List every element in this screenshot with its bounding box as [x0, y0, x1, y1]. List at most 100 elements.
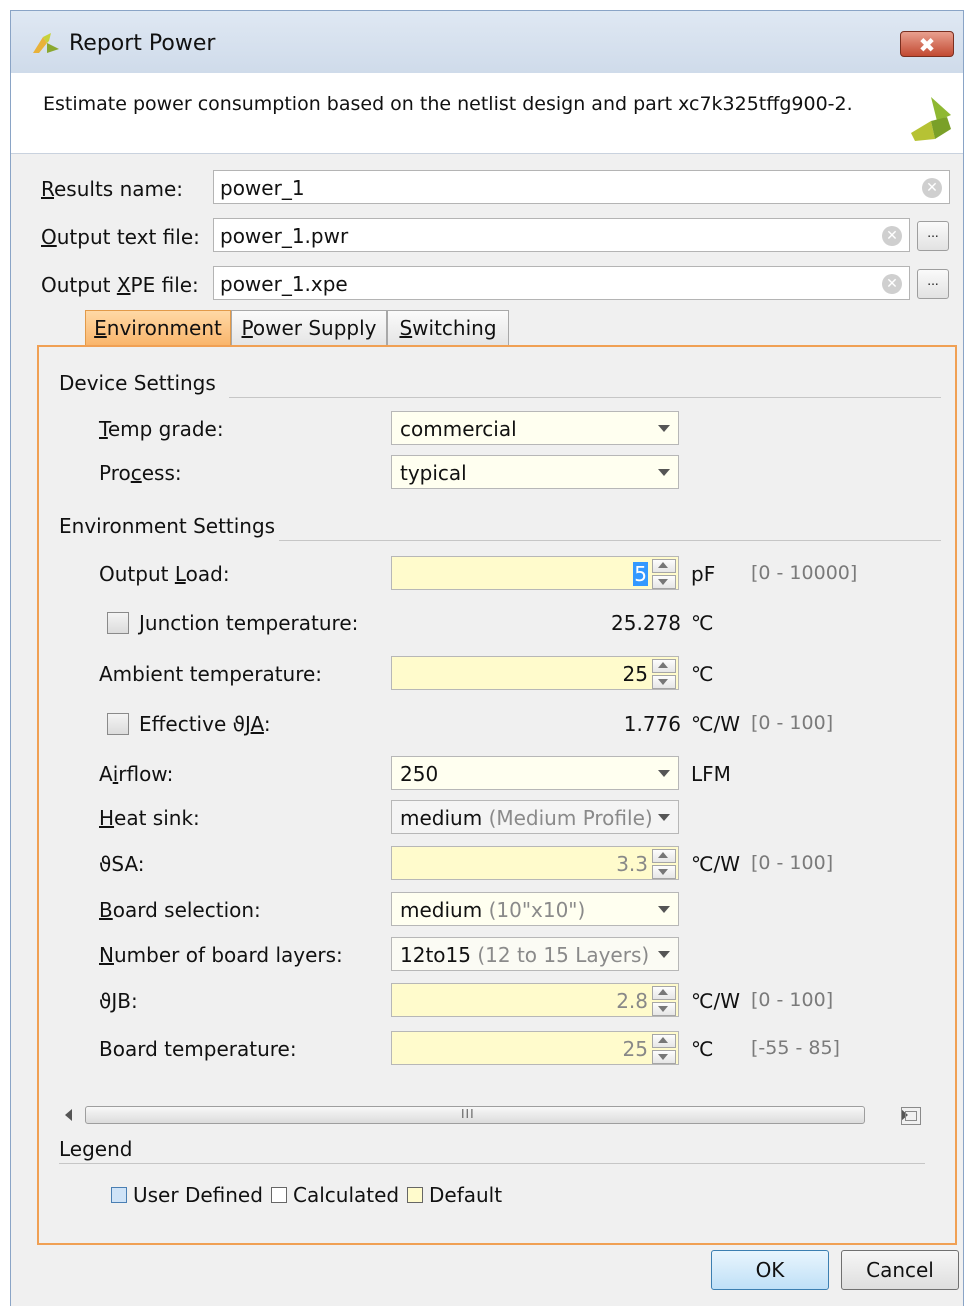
- scroll-thumb[interactable]: III: [85, 1106, 865, 1124]
- chevron-down-icon: [658, 770, 670, 777]
- airflow-select[interactable]: 250: [391, 756, 679, 790]
- spinner-down-icon[interactable]: [652, 1050, 676, 1064]
- legend-swatch-default: [407, 1187, 423, 1203]
- environment-settings-title: Environment Settings: [59, 514, 276, 538]
- legend-label-default: Default: [429, 1183, 503, 1207]
- board-layers-label: Number of board layers:: [99, 943, 343, 967]
- clear-icon[interactable]: ✕: [882, 274, 902, 294]
- title-bar[interactable]: Report Power ✖: [11, 11, 963, 73]
- theta-sa-label: ϑSA:: [99, 852, 145, 876]
- spinner-up-icon[interactable]: [652, 559, 676, 573]
- browse-text-file-button[interactable]: ...: [917, 221, 949, 251]
- heat-sink-select[interactable]: medium (Medium Profile): [391, 800, 679, 834]
- chevron-down-icon: [658, 814, 670, 821]
- junction-temperature-value: 25.278: [611, 611, 681, 635]
- cancel-button[interactable]: Cancel: [841, 1250, 959, 1290]
- results-name-input[interactable]: power_1 ✕: [213, 170, 950, 204]
- board-temperature-range: [-55 - 85]: [751, 1037, 840, 1059]
- board-selection-label: Board selection:: [99, 898, 261, 922]
- legend-label-calculated: Calculated: [293, 1183, 400, 1207]
- output-load-label: Output Load:: [99, 562, 230, 586]
- heat-sink-label: Heat sink:: [99, 806, 200, 830]
- effective-theta-ja-unit: ℃/W: [691, 712, 740, 736]
- scroll-grip: III: [461, 1107, 475, 1121]
- board-selection-select[interactable]: medium (10"x10"): [391, 892, 679, 926]
- vivado-logo-icon: [911, 97, 951, 141]
- divider: [59, 1163, 925, 1164]
- browse-xpe-file-button[interactable]: ...: [917, 269, 949, 299]
- vivado-logo-icon: [33, 33, 59, 53]
- dialog-header: Estimate power consumption based on the …: [11, 73, 963, 154]
- board-layers-select[interactable]: 12to15 (12 to 15 Layers): [391, 937, 679, 971]
- ambient-temperature-label: Ambient temperature:: [99, 662, 323, 686]
- environment-panel: Device Settings Temp grade: commercial P…: [37, 345, 957, 1245]
- temp-grade-label: Temp grade:: [99, 417, 224, 441]
- theta-sa-unit: ℃/W: [691, 852, 740, 876]
- ambient-temperature-unit: ℃: [691, 662, 714, 686]
- junction-temperature-unit: ℃: [691, 611, 714, 635]
- legend-swatch-user-defined: [111, 1187, 127, 1203]
- dialog-body: Results name: power_1 ✕ Output text file…: [11, 154, 963, 1306]
- process-label: Process:: [99, 461, 182, 485]
- device-settings-title: Device Settings: [59, 371, 216, 395]
- clear-icon[interactable]: ✕: [882, 226, 902, 246]
- results-name-label: Results name:: [41, 177, 184, 201]
- board-temperature-unit: ℃: [691, 1037, 714, 1061]
- ambient-temperature-spinner[interactable]: 25: [391, 656, 679, 690]
- airflow-unit: LFM: [691, 762, 731, 786]
- spinner-up-icon[interactable]: [652, 986, 676, 1000]
- restore-icon[interactable]: [901, 1107, 921, 1125]
- junction-temperature-label: Junction temperature:: [139, 611, 359, 635]
- theta-jb-unit: ℃/W: [691, 989, 740, 1013]
- header-description: Estimate power consumption based on the …: [43, 93, 853, 115]
- legend-swatch-calculated: [271, 1187, 287, 1203]
- output-xpe-file-input[interactable]: power_1.xpe ✕: [213, 266, 910, 300]
- theta-jb-spinner[interactable]: 2.8: [391, 983, 679, 1017]
- theta-jb-label: ϑJB:: [99, 989, 138, 1013]
- spinner-down-icon[interactable]: [652, 865, 676, 879]
- board-temperature-label: Board temperature:: [99, 1037, 297, 1061]
- process-select[interactable]: typical: [391, 455, 679, 489]
- spinner-up-icon[interactable]: [652, 659, 676, 673]
- close-button[interactable]: ✖: [900, 31, 954, 57]
- board-temperature-spinner[interactable]: 25: [391, 1031, 679, 1065]
- chevron-down-icon: [658, 906, 670, 913]
- temp-grade-select[interactable]: commercial: [391, 411, 679, 445]
- window-title: Report Power: [69, 31, 216, 56]
- divider: [229, 397, 941, 398]
- chevron-down-icon: [658, 469, 670, 476]
- scroll-left-icon[interactable]: [65, 1109, 72, 1121]
- airflow-label: Airflow:: [99, 762, 174, 786]
- output-text-file-input[interactable]: power_1.pwr ✕: [213, 218, 910, 252]
- theta-sa-range: [0 - 100]: [751, 852, 834, 874]
- ok-button[interactable]: OK: [711, 1250, 829, 1290]
- theta-jb-range: [0 - 100]: [751, 989, 834, 1011]
- output-load-spinner[interactable]: 5: [391, 556, 679, 590]
- legend-title: Legend: [59, 1137, 133, 1161]
- spinner-down-icon[interactable]: [652, 575, 676, 589]
- effective-theta-ja-checkbox[interactable]: [107, 713, 129, 735]
- tab-switching[interactable]: Switching: [387, 310, 509, 346]
- clear-icon[interactable]: ✕: [922, 178, 942, 198]
- spinner-up-icon[interactable]: [652, 1034, 676, 1048]
- effective-theta-ja-label: Effective ϑJA:: [139, 712, 271, 736]
- report-power-dialog: Report Power ✖ Estimate power consumptio…: [10, 10, 964, 1306]
- legend-label-user-defined: User Defined: [133, 1183, 263, 1207]
- effective-theta-ja-range: [0 - 100]: [751, 712, 834, 734]
- spinner-down-icon[interactable]: [652, 1002, 676, 1016]
- output-xpe-file-label: Output XPE file:: [41, 273, 199, 297]
- chevron-down-icon: [658, 425, 670, 432]
- horizontal-scrollbar[interactable]: III: [59, 1103, 908, 1127]
- output-load-unit: pF: [691, 562, 716, 586]
- output-text-file-label: Output text file:: [41, 225, 200, 249]
- effective-theta-ja-value: 1.776: [623, 712, 681, 736]
- tab-environment[interactable]: Environment: [85, 310, 231, 346]
- spinner-up-icon[interactable]: [652, 849, 676, 863]
- output-load-range: [0 - 10000]: [751, 562, 858, 584]
- divider: [279, 540, 941, 541]
- theta-sa-spinner[interactable]: 3.3: [391, 846, 679, 880]
- chevron-down-icon: [658, 951, 670, 958]
- spinner-down-icon[interactable]: [652, 675, 676, 689]
- junction-temperature-checkbox[interactable]: [107, 612, 129, 634]
- tab-power-supply[interactable]: Power Supply: [231, 310, 387, 346]
